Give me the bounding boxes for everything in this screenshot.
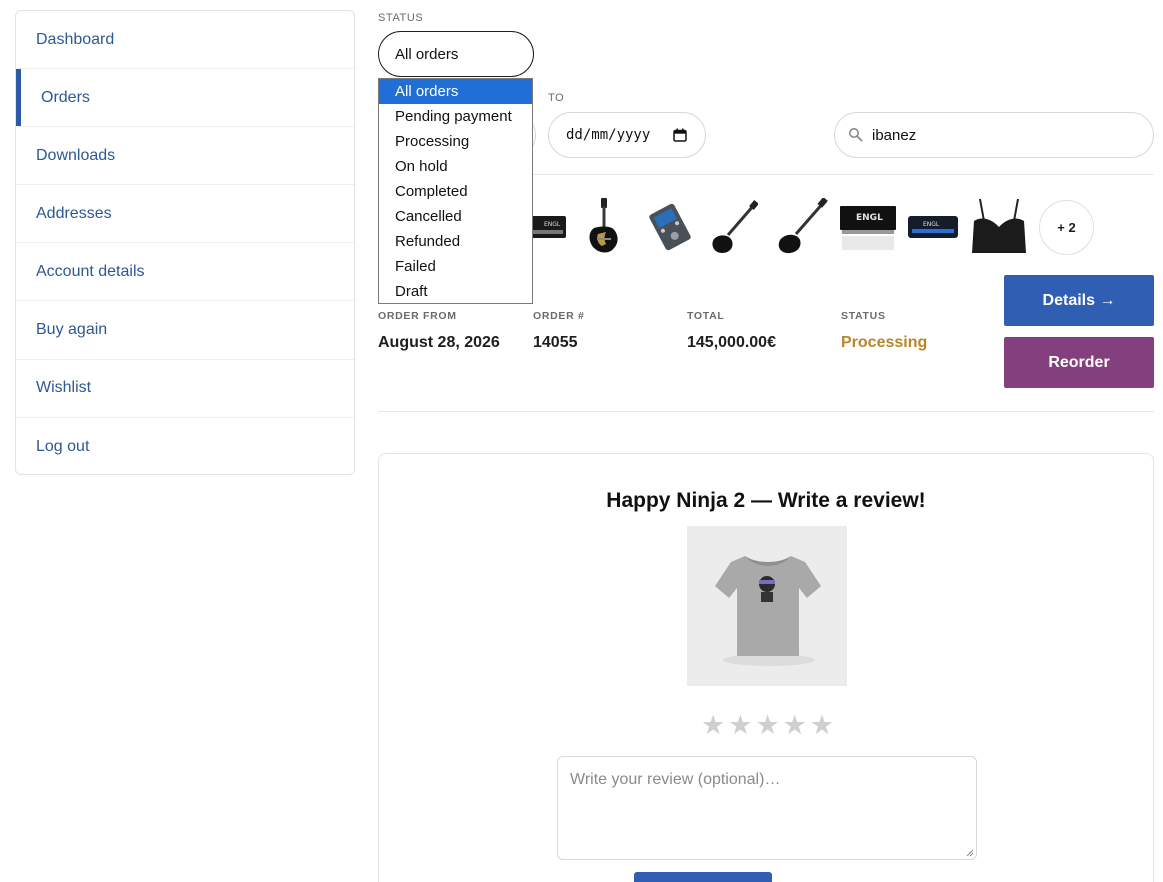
sidebar-item-account-details[interactable]: Account details — [16, 243, 354, 302]
sidebar-item-downloads[interactable]: Downloads — [16, 127, 354, 186]
order-date: August 28, 2026 — [378, 334, 500, 351]
status-option-pending-payment[interactable]: Pending payment — [379, 104, 532, 129]
order-status-label: STATUS — [841, 310, 886, 322]
status-option-refunded[interactable]: Refunded — [379, 229, 532, 254]
rating-stars: ★ ★ ★ ★ ★ — [701, 712, 834, 739]
star-icon[interactable]: ★ — [783, 712, 807, 739]
status-option-processing[interactable]: Processing — [379, 129, 532, 154]
star-icon[interactable]: ★ — [810, 712, 834, 739]
date-to-label: TO — [548, 92, 565, 104]
status-select[interactable]: All orders — [378, 31, 534, 77]
submit-review-button[interactable] — [634, 872, 772, 882]
product-image-tshirt — [687, 526, 847, 686]
svg-text:ENGL: ENGL — [856, 213, 883, 223]
status-option-draft[interactable]: Draft — [379, 279, 532, 304]
order-total-label: TOTAL — [687, 310, 725, 322]
search-icon — [849, 128, 863, 142]
order-number-label: ORDER # — [533, 310, 585, 322]
order-status: Processing — [841, 334, 928, 351]
order-from-label: ORDER FROM — [378, 310, 457, 322]
sidebar-item-orders[interactable]: Orders — [16, 69, 354, 128]
status-select-value: All orders — [395, 45, 459, 63]
svg-text:ENGL: ENGL — [923, 221, 940, 228]
sports-bra-icon[interactable] — [968, 197, 1030, 257]
more-items-count: + 2 — [1057, 220, 1076, 235]
sidebar-item-label: Wishlist — [36, 379, 92, 397]
search-input-value: ibanez — [872, 126, 917, 144]
status-option-all-orders[interactable]: All orders — [379, 79, 532, 104]
sidebar-item-label: Dashboard — [36, 30, 115, 48]
status-option-completed[interactable]: Completed — [379, 179, 532, 204]
divider — [378, 411, 1154, 412]
calendar-icon[interactable] — [673, 128, 687, 142]
amp-head-icon[interactable]: ENGL — [838, 197, 898, 257]
sidebar-item-wishlist[interactable]: Wishlist — [16, 360, 354, 418]
order-details-button[interactable]: Details → — [1004, 275, 1154, 326]
status-filter-label: STATUS — [378, 12, 424, 24]
star-icon[interactable]: ★ — [755, 712, 779, 739]
page: Dashboard Orders Downloads Addresses Acc… — [0, 0, 1163, 882]
more-items-badge[interactable]: + 2 — [1039, 200, 1094, 255]
review-textarea[interactable]: Write your review (optional)… — [557, 756, 977, 860]
order-search-input[interactable]: ibanez — [834, 112, 1154, 158]
electric-guitar-icon[interactable] — [774, 197, 828, 257]
sidebar-item-label: Addresses — [36, 204, 112, 222]
svg-text:ENGL: ENGL — [544, 221, 561, 228]
sidebar-item-label: Orders — [41, 88, 90, 106]
date-to-placeholder: dd/mm/yyyy — [566, 127, 651, 143]
status-option-failed[interactable]: Failed — [379, 254, 532, 279]
star-icon[interactable]: ★ — [701, 712, 725, 739]
account-sidebar: Dashboard Orders Downloads Addresses Acc… — [15, 10, 355, 475]
sidebar-item-label: Account details — [36, 262, 145, 280]
status-option-cancelled[interactable]: Cancelled — [379, 204, 532, 229]
electric-guitar-icon[interactable] — [582, 197, 626, 257]
sidebar-item-addresses[interactable]: Addresses — [16, 185, 354, 244]
order-number: 14055 — [533, 334, 578, 351]
sidebar-item-log-out[interactable]: Log out — [16, 418, 354, 474]
sidebar-item-label: Downloads — [36, 146, 116, 164]
review-card: Happy Ninja 2 — Write a review! ★ ★ ★ ★ … — [378, 453, 1154, 882]
amp-head-icon[interactable]: ENGL — [530, 197, 568, 257]
sidebar-item-label: Buy again — [36, 321, 108, 339]
guitar-pedal-icon[interactable] — [642, 197, 698, 257]
star-icon[interactable]: ★ — [728, 712, 752, 739]
review-textarea-placeholder: Write your review (optional)… — [570, 771, 781, 788]
amp-head-icon[interactable]: ENGL — [906, 197, 960, 257]
review-title: Happy Ninja 2 — Write a review! — [606, 489, 926, 512]
sidebar-item-buy-again[interactable]: Buy again — [16, 301, 354, 360]
date-to-input[interactable]: dd/mm/yyyy — [548, 112, 706, 158]
sidebar-item-dashboard[interactable]: Dashboard — [16, 11, 354, 70]
status-dropdown-list: All orders Pending payment Processing On… — [378, 78, 533, 304]
bass-guitar-icon[interactable] — [708, 197, 758, 257]
resize-grip-icon[interactable] — [966, 849, 974, 857]
status-option-on-hold[interactable]: On hold — [379, 154, 532, 179]
order-total: 145,000.00€ — [687, 334, 776, 351]
reorder-button[interactable]: Reorder — [1004, 337, 1154, 388]
sidebar-item-label: Log out — [36, 437, 90, 455]
